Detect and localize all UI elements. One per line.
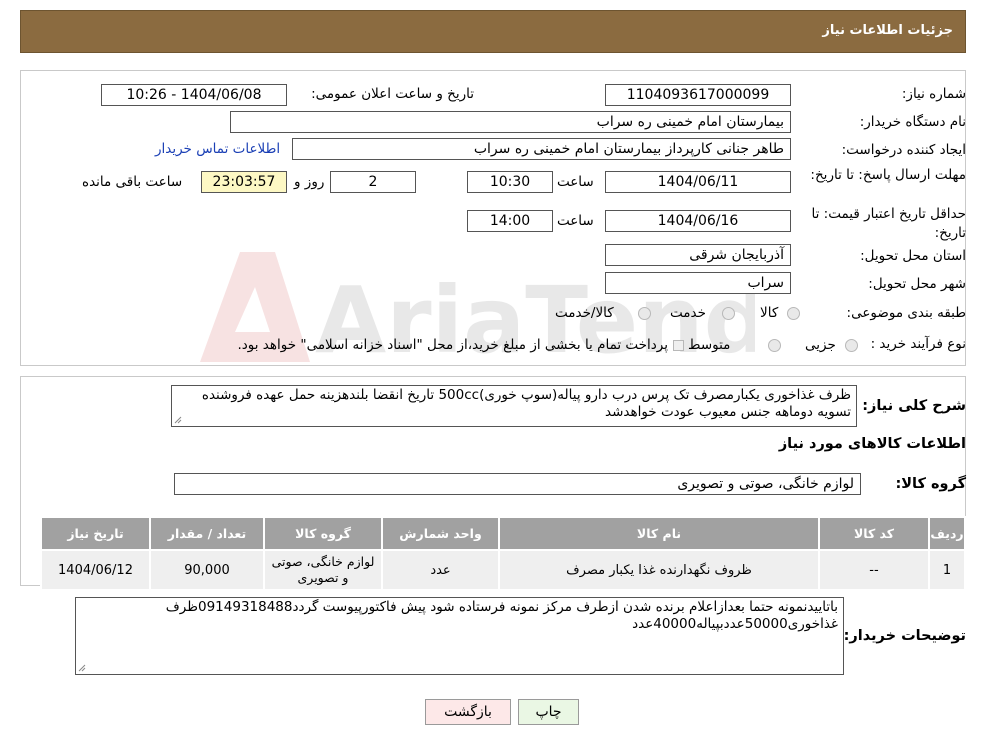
goods-group-label: گروه کالا: bbox=[895, 476, 966, 492]
column-header-quantity: تعداد / مقدار bbox=[149, 516, 265, 551]
cell-row-number: 1 bbox=[928, 549, 966, 591]
resize-handle-icon bbox=[174, 416, 182, 424]
days-label: روز و bbox=[294, 174, 325, 190]
remaining-label: ساعت باقی مانده bbox=[82, 174, 183, 190]
category-radio-goods-service[interactable] bbox=[638, 307, 651, 320]
validity-time-label: ساعت bbox=[557, 213, 594, 229]
buyer-contact-link[interactable]: اطلاعات تماس خریدار bbox=[155, 141, 280, 157]
validity-date-field: 1404/06/16 bbox=[605, 210, 791, 232]
remaining-time-field: 23:03:57 bbox=[201, 171, 287, 193]
province-label: استان محل تحویل: bbox=[860, 248, 966, 264]
category-label: طبقه بندی موضوعی: bbox=[846, 305, 966, 321]
description-textarea[interactable]: ظرف غذاخوری یکبارمصرف تک پرس درب دارو پی… bbox=[171, 385, 857, 427]
back-button[interactable]: بازگشت bbox=[425, 699, 511, 725]
process-radio-medium[interactable] bbox=[768, 339, 781, 352]
city-label: شهر محل تحویل: bbox=[868, 276, 966, 292]
cell-name: ظروف نگهدارنده غذا یکبار مصرف bbox=[498, 549, 820, 591]
column-header-name: نام کالا bbox=[498, 516, 820, 551]
page-header: جزئیات اطلاعات نیاز bbox=[20, 10, 966, 53]
need-number-field: 1104093617000099 bbox=[605, 84, 791, 106]
validity-label: حداقل تاریخ اعتبار قیمت: تا تاریخ: bbox=[811, 206, 966, 241]
goods-group-field: لوازم خانگی، صوتی و تصویری bbox=[174, 473, 861, 495]
description-label: شرح کلی نیاز: bbox=[862, 398, 966, 414]
validity-time-field: 14:00 bbox=[467, 210, 553, 232]
cell-group: لوازم خانگی، صوتی و تصویری bbox=[263, 549, 383, 591]
cell-unit: عدد bbox=[381, 549, 500, 591]
category-radio-goods[interactable] bbox=[787, 307, 800, 320]
column-header-row-number: ردیف bbox=[928, 516, 966, 551]
category-option-goods-service: کالا/خدمت bbox=[555, 305, 614, 321]
column-header-need-date: تاریخ نیاز bbox=[40, 516, 151, 551]
description-text: ظرف غذاخوری یکبارمصرف تک پرس درب دارو پی… bbox=[201, 387, 851, 420]
buyer-notes-label: توضیحات خریدار: bbox=[843, 628, 966, 644]
column-header-group: گروه کالا bbox=[263, 516, 383, 551]
cell-code: -- bbox=[818, 549, 930, 591]
goods-section-title: اطلاعات کالاهای مورد نیاز bbox=[778, 436, 966, 452]
creator-field: طاهر جنانی کارپرداز بیمارستان امام خمینی… bbox=[292, 138, 791, 160]
column-header-code: کد کالا bbox=[818, 516, 930, 551]
page-title: جزئیات اطلاعات نیاز bbox=[822, 23, 953, 38]
days-field: 2 bbox=[330, 171, 416, 193]
category-radio-service[interactable] bbox=[722, 307, 735, 320]
process-option-minor: جزیی bbox=[805, 337, 836, 353]
process-note: پرداخت تمام یا بخشی از مبلغ خرید،از محل … bbox=[237, 337, 668, 353]
deadline-time-field: 10:30 bbox=[467, 171, 553, 193]
buyer-org-field: بیمارستان امام خمینی ره سراب bbox=[230, 111, 791, 133]
process-option-medium: متوسط bbox=[688, 337, 731, 353]
buyer-notes-text: باتاییدنمونه حتما بعدازاعلام برنده شدن ا… bbox=[165, 599, 838, 632]
need-number-label: شماره نیاز: bbox=[901, 86, 966, 102]
treasury-checkbox[interactable] bbox=[673, 340, 684, 351]
column-header-unit: واحد شمارش bbox=[381, 516, 500, 551]
category-option-goods: کالا bbox=[760, 305, 779, 321]
category-option-service: خدمت bbox=[670, 305, 706, 321]
deadline-time-label: ساعت bbox=[557, 174, 594, 190]
items-table: ردیف کد کالا نام کالا واحد شمارش گروه کا… bbox=[40, 516, 966, 591]
announce-label: تاریخ و ساعت اعلان عمومی: bbox=[311, 86, 474, 102]
resize-handle-icon bbox=[78, 664, 86, 672]
table-row: 1 -- ظروف نگهدارنده غذا یکبار مصرف عدد ل… bbox=[40, 549, 966, 591]
province-field: آذربایجان شرقی bbox=[605, 244, 791, 266]
cell-need-date: 1404/06/12 bbox=[40, 549, 151, 591]
process-label: نوع فرآیند خرید : bbox=[870, 336, 966, 352]
cell-quantity: 90,000 bbox=[149, 549, 265, 591]
deadline-date-field: 1404/06/11 bbox=[605, 171, 791, 193]
process-radio-minor[interactable] bbox=[845, 339, 858, 352]
buyer-notes-textarea[interactable]: باتاییدنمونه حتما بعدازاعلام برنده شدن ا… bbox=[75, 597, 844, 675]
announce-field: 1404/06/08 - 10:26 bbox=[101, 84, 287, 106]
table-header-row: ردیف کد کالا نام کالا واحد شمارش گروه کا… bbox=[40, 516, 966, 551]
deadline-label: مهلت ارسال پاسخ: تا تاریخ: bbox=[810, 167, 966, 183]
city-field: سراب bbox=[605, 272, 791, 294]
creator-label: ایجاد کننده درخواست: bbox=[841, 142, 966, 158]
buyer-org-label: نام دستگاه خریدار: bbox=[859, 114, 966, 130]
print-button[interactable]: چاپ bbox=[518, 699, 579, 725]
